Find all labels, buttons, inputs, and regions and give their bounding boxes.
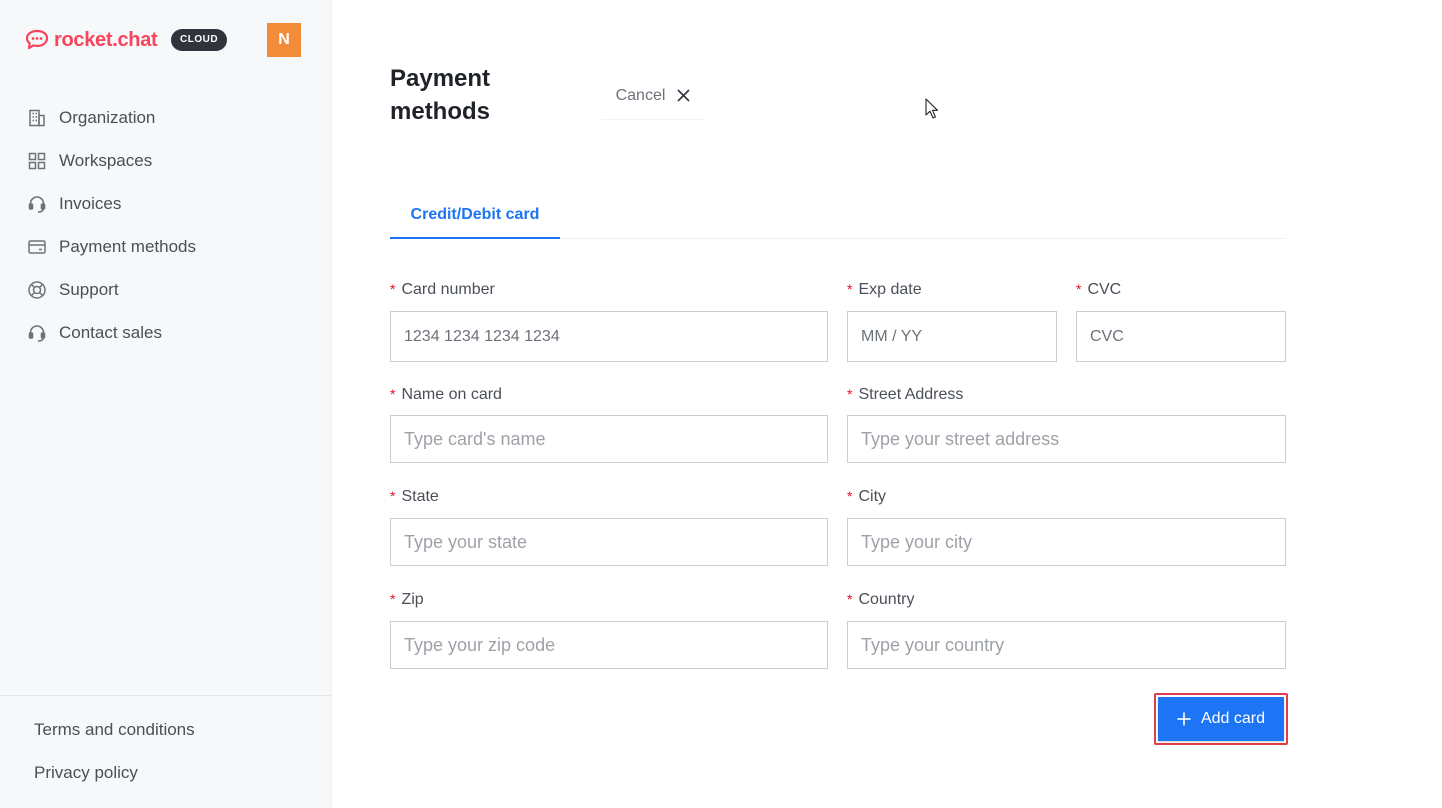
sidebar-item-label: Payment methods <box>59 236 197 256</box>
sidebar-footer: Terms and conditions Privacy policy <box>0 695 332 794</box>
sidebar-item-organization[interactable]: Organization <box>26 96 196 139</box>
required-marker: * <box>847 591 853 607</box>
brand-name: rocket.chat <box>54 28 158 51</box>
headset-icon <box>26 322 48 344</box>
page-title: Payment methods <box>390 65 491 125</box>
cvc-input[interactable] <box>1076 311 1286 362</box>
zip-label: * Zip <box>390 591 424 608</box>
sidebar-item-label: Workspaces <box>59 150 153 170</box>
sidebar-item-workspaces[interactable]: Workspaces <box>26 139 196 182</box>
close-icon <box>677 89 690 102</box>
street-address-label: * Street Address <box>847 386 964 403</box>
name-on-card-input[interactable] <box>390 415 828 463</box>
exp-date-input[interactable] <box>847 311 1057 362</box>
sidebar-item-label: Organization <box>59 107 156 127</box>
sidebar-item-invoices[interactable]: Invoices <box>26 182 196 225</box>
brand[interactable]: rocket.chat <box>25 26 158 54</box>
state-label: * State <box>390 488 439 505</box>
city-input[interactable] <box>847 518 1286 566</box>
sidebar-nav: Organization Workspaces Invoices Payment… <box>26 96 196 354</box>
sidebar-item-contact-sales[interactable]: Contact sales <box>26 311 196 354</box>
card-number-input[interactable] <box>390 311 828 362</box>
add-card-button-body: Add card <box>1158 697 1284 741</box>
country-label: * Country <box>847 591 915 608</box>
card-number-label: * Card number <box>390 281 495 298</box>
headset-icon <box>26 193 48 215</box>
add-card-label: Add card <box>1200 710 1266 727</box>
add-card-button[interactable]: Add card <box>1154 693 1288 745</box>
sidebar-item-label: Support <box>59 279 119 299</box>
exp-date-label: * Exp date <box>847 281 922 298</box>
building-icon <box>26 107 48 129</box>
required-marker: * <box>1076 281 1082 297</box>
terms-link[interactable]: Terms and conditions <box>0 708 332 751</box>
name-on-card-label: * Name on card <box>390 386 502 403</box>
required-marker: * <box>390 488 396 504</box>
sidebar-item-support[interactable]: Support <box>26 268 196 311</box>
city-label: * City <box>847 488 887 505</box>
mouse-cursor-icon <box>925 98 939 119</box>
cloud-badge: CLOUD <box>171 29 228 51</box>
required-marker: * <box>847 488 853 504</box>
user-avatar[interactable]: N <box>267 23 301 57</box>
plus-icon <box>1177 712 1191 726</box>
credit-card-icon <box>26 236 48 258</box>
grid-icon <box>26 150 48 172</box>
tab-credit-debit-card[interactable]: Credit/Debit card <box>390 192 560 239</box>
required-marker: * <box>390 591 396 607</box>
state-input[interactable] <box>390 518 828 566</box>
required-marker: * <box>847 386 853 402</box>
sidebar: rocket.chat CLOUD N Organization Workspa… <box>0 0 332 808</box>
lifebuoy-icon <box>26 279 48 301</box>
required-marker: * <box>390 386 396 402</box>
payment-tabs: Credit/Debit card <box>390 192 1286 239</box>
sidebar-item-payment-methods[interactable]: Payment methods <box>26 225 196 268</box>
privacy-link[interactable]: Privacy policy <box>0 751 332 794</box>
cancel-label: Cancel <box>615 86 666 104</box>
sidebar-item-label: Invoices <box>59 193 122 213</box>
country-input[interactable] <box>847 621 1286 669</box>
cvc-label: * CVC <box>1076 281 1122 298</box>
required-marker: * <box>390 281 396 297</box>
required-marker: * <box>847 281 853 297</box>
zip-input[interactable] <box>390 621 828 669</box>
rocket-chat-logo-icon <box>25 29 49 50</box>
sidebar-item-label: Contact sales <box>59 322 162 342</box>
street-address-input[interactable] <box>847 415 1286 463</box>
cancel-button[interactable]: Cancel <box>601 72 705 120</box>
